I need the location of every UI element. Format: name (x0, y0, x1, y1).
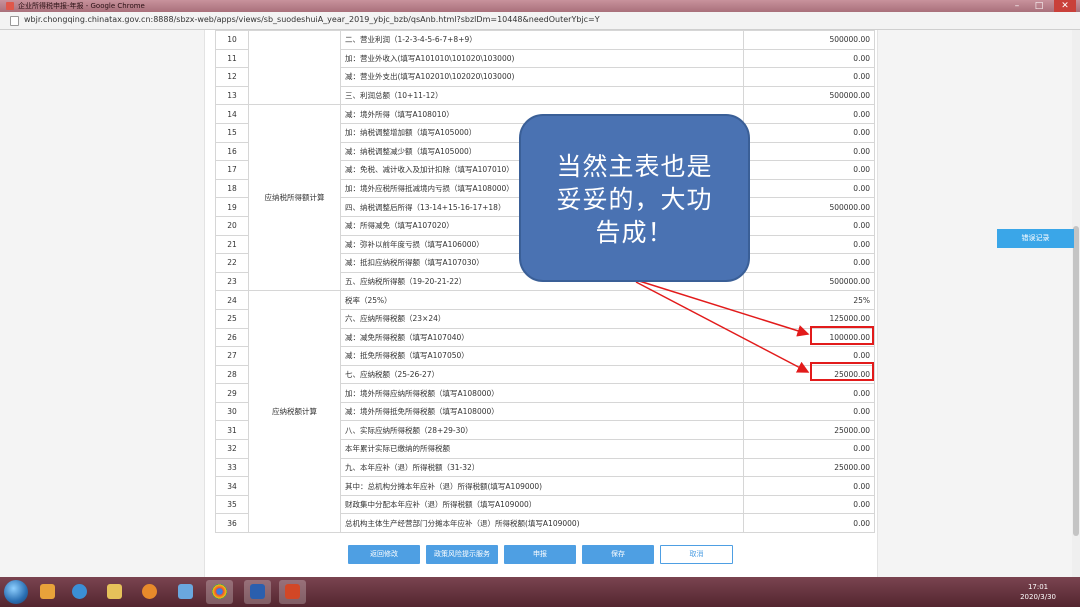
arrow-to-row28 (635, 281, 810, 373)
windows-taskbar: 17:01 2020/3/30 (0, 577, 1080, 607)
media-player-icon[interactable] (136, 580, 163, 604)
clock-date: 2020/3/30 (1020, 593, 1056, 601)
callout-bubble: 当然主表也是 妥妥的，大功 告成！ (519, 114, 750, 282)
clock-time: 17:01 (1027, 583, 1049, 591)
system-clock[interactable]: 17:01 2020/3/30 (1020, 582, 1056, 602)
internet-explorer-icon[interactable] (66, 580, 93, 604)
weather-app-icon[interactable] (34, 580, 61, 604)
annotation-arrows (635, 279, 810, 373)
callout-text: 当然主表也是 妥妥的，大功 告成！ (521, 150, 748, 249)
callout-line-3: 告成！ (595, 218, 674, 247)
powerpoint-icon[interactable] (279, 580, 306, 604)
word-icon[interactable] (244, 580, 271, 604)
chrome-icon[interactable] (206, 580, 233, 604)
explorer-folder-icon[interactable] (101, 580, 128, 604)
app-icon[interactable] (172, 580, 199, 604)
callout-line-1: 当然主表也是 (556, 152, 713, 181)
start-orb-icon[interactable] (4, 580, 28, 604)
arrow-to-row26 (635, 279, 810, 337)
callout-line-2: 妥妥的，大功 (556, 185, 713, 214)
